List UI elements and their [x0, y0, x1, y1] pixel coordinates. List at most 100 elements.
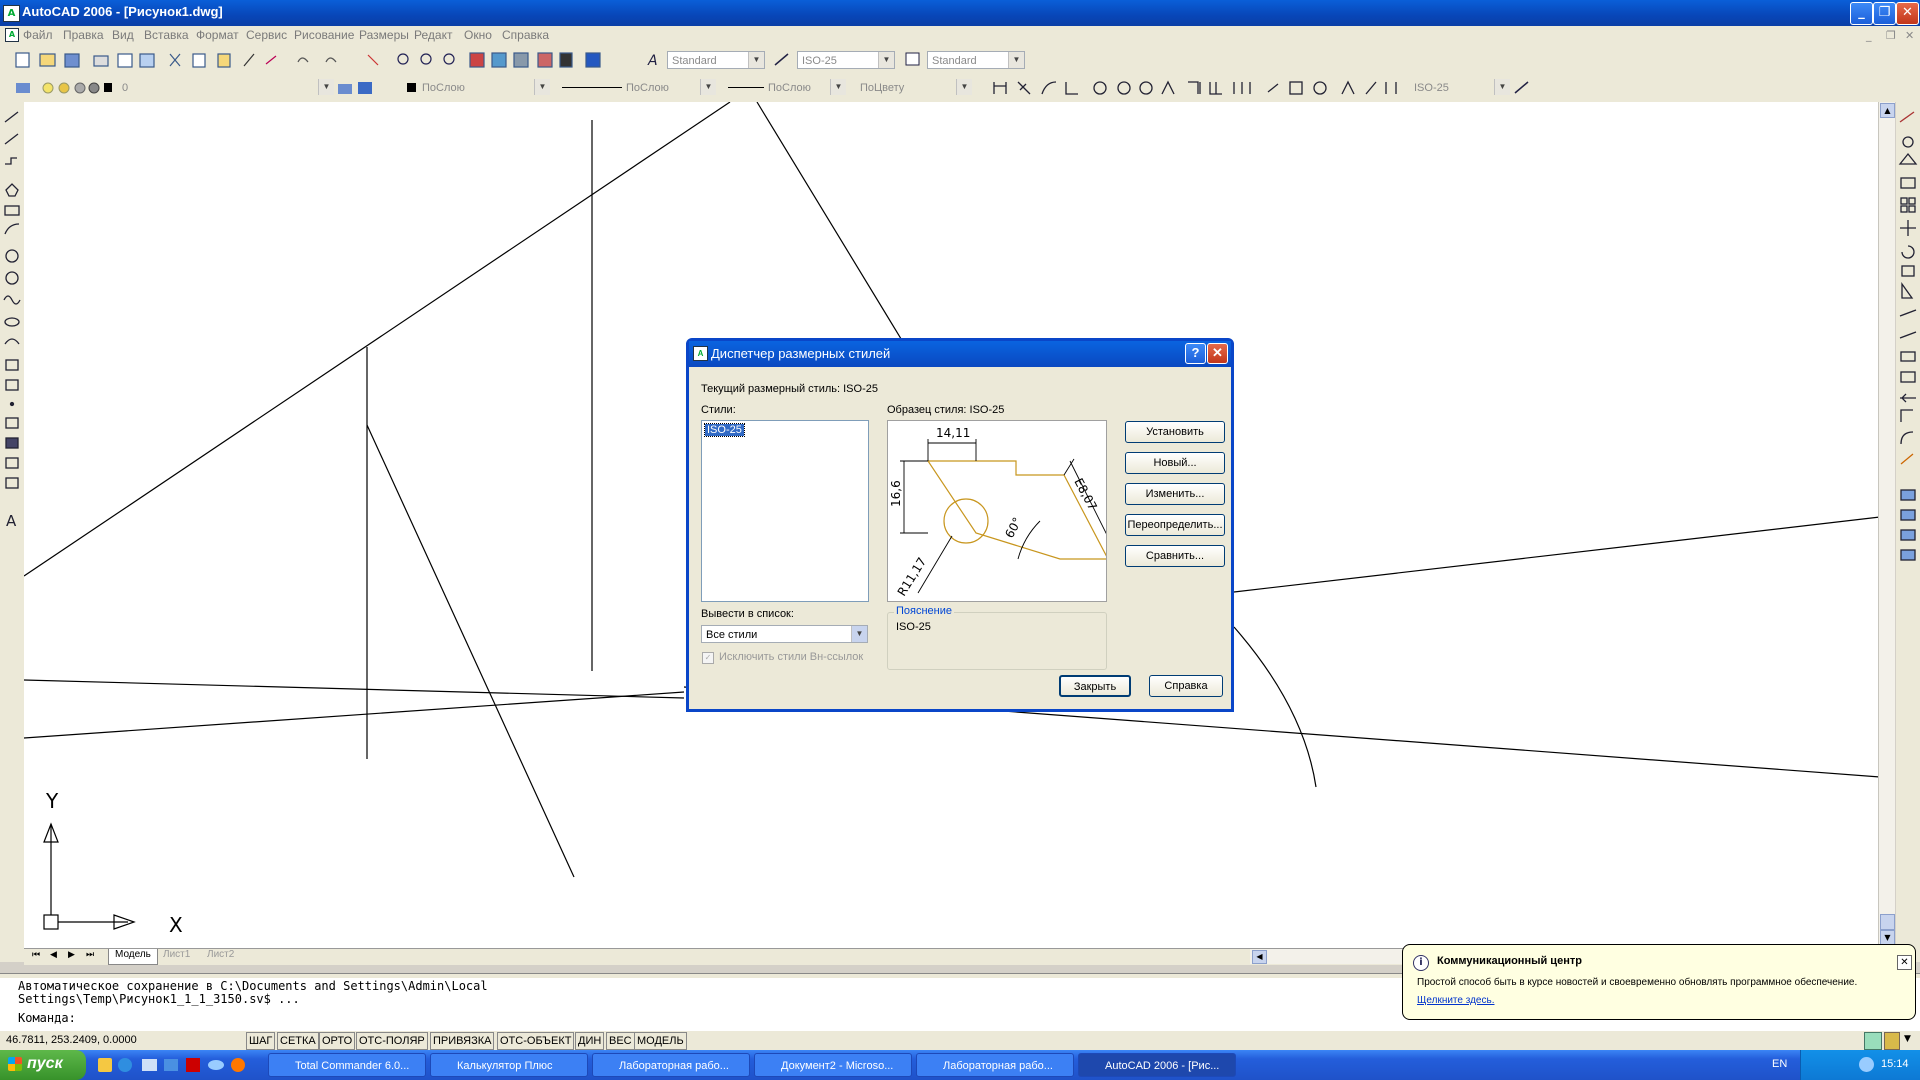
scroll-up-icon[interactable]: ▲ [1880, 103, 1895, 118]
modify-tools-icons[interactable] [1896, 102, 1920, 582]
tab-next-icon[interactable]: ▶ [68, 950, 75, 960]
scroll-thumb[interactable] [1880, 914, 1895, 930]
menu-edit[interactable]: Правка [63, 28, 104, 42]
styles-list[interactable]: ISO-25 [701, 420, 869, 602]
dialog-close-button[interactable]: ✕ [1207, 343, 1228, 364]
draw-tools-icons[interactable]: A [0, 102, 24, 542]
style-item-iso25[interactable]: ISO-25 [704, 423, 745, 437]
lweight-toggle[interactable]: ВЕС [606, 1032, 635, 1050]
menu-window[interactable]: Окно [464, 28, 492, 42]
task-total-commander[interactable]: Total Commander 6.0... [268, 1053, 426, 1077]
help-icon[interactable]: ? [1185, 343, 1206, 364]
modify-style-button[interactable]: Изменить... [1125, 483, 1225, 505]
tab-model[interactable]: Модель [108, 949, 158, 965]
tab-sheet2[interactable]: Лист2 [202, 949, 239, 960]
tab-last-icon[interactable]: ⏭ [86, 950, 94, 960]
title-bar[interactable]: A AutoCAD 2006 - [Рисунок1.dwg] _ ❐ ✕ [0, 0, 1920, 26]
task-autocad[interactable]: AutoCAD 2006 - [Рис... [1078, 1053, 1236, 1077]
standard-toolbar-icons[interactable] [8, 50, 648, 70]
comm-center-icon[interactable] [1864, 1032, 1882, 1050]
menu-modify[interactable]: Редакт [414, 28, 452, 42]
doc-restore-icon[interactable]: ❐ [1886, 29, 1896, 42]
dim-update-icon[interactable] [1512, 78, 1532, 98]
layer-manager-icons[interactable] [336, 78, 378, 98]
compare-styles-button[interactable]: Сравнить... [1125, 545, 1225, 567]
vertical-scrollbar[interactable]: ▲ ▼ [1878, 102, 1895, 945]
dim-style-icon[interactable] [772, 50, 792, 70]
snap-toggle[interactable]: ШАГ [246, 1032, 276, 1050]
status-menu-icon[interactable]: ▼ [1904, 1034, 1911, 1044]
menu-insert[interactable]: Вставка [144, 28, 189, 42]
linetype-select[interactable]: ПоСлою ▼ [556, 79, 716, 97]
dimension-toolbar-icons[interactable] [990, 78, 1400, 98]
polar-toggle[interactable]: ОТС-ПОЛЯР [356, 1032, 428, 1050]
restore-button[interactable]: ❐ [1873, 2, 1896, 25]
otrack-toggle[interactable]: ОТС-ОБЪЕКТ [497, 1032, 575, 1050]
lock-icon[interactable] [1884, 1032, 1900, 1050]
menu-view[interactable]: Вид [112, 28, 134, 42]
color-select[interactable]: ПоСлою ▼ [402, 79, 550, 97]
menu-tools[interactable]: Сервис [246, 28, 287, 42]
menu-draw[interactable]: Рисование [294, 28, 354, 42]
menu-file[interactable]: Файл [23, 28, 53, 42]
osnap-toggle[interactable]: ПРИВЯЗКА [430, 1032, 495, 1050]
grid-toggle[interactable]: СЕТКА [277, 1032, 319, 1050]
layer-state-icons[interactable] [14, 79, 114, 97]
set-current-button[interactable]: Установить [1125, 421, 1225, 443]
layer-value: 0 [122, 82, 129, 94]
text-style-icon[interactable]: A [645, 50, 665, 70]
standard-toolbar: A Standard ▼ ISO-25 ▼ Standard ▼ [0, 46, 1920, 74]
task-lab-word-2[interactable]: Лабораторная рабо... [916, 1053, 1074, 1077]
help-button[interactable]: Справка [1149, 675, 1223, 697]
text-style-select[interactable]: Standard ▼ [667, 51, 765, 69]
notification-balloon[interactable]: i Коммуникационный центр ✕ Простой спосо… [1402, 944, 1916, 1020]
tab-sheet1[interactable]: Лист1 [158, 949, 195, 960]
task-lab-word-1[interactable]: Лабораторная рабо... [592, 1053, 750, 1077]
doc-close-icon[interactable]: ✕ [1905, 29, 1914, 42]
balloon-close-icon[interactable]: ✕ [1897, 955, 1912, 970]
coordinates-readout[interactable]: 46.7811, 253.2409, 0.0000 [6, 1034, 137, 1046]
tray-network-icon[interactable] [1859, 1057, 1874, 1072]
quick-launch-icons[interactable] [96, 1056, 256, 1074]
clock[interactable]: 15:14 [1881, 1058, 1909, 1070]
table-style-select[interactable]: Standard ▼ [927, 51, 1025, 69]
list-filter-select[interactable]: Все стили ▼ [701, 625, 868, 643]
menu-help[interactable]: Справка [502, 28, 549, 42]
new-style-button[interactable]: Новый... [1125, 452, 1225, 474]
preview-dim-left: 16,6 [889, 480, 903, 507]
preview-dim-top: 14,11 [936, 426, 970, 440]
task-label: Калькулятор Плюс [457, 1060, 553, 1072]
start-button[interactable]: пуск [0, 1050, 86, 1080]
document-icon[interactable]: A [5, 28, 19, 42]
dim-style-select[interactable]: ISO-25 ▼ [797, 51, 895, 69]
balloon-link[interactable]: Щелкните здесь. [1417, 995, 1494, 1006]
scroll-left-icon[interactable]: ◀ [1252, 950, 1267, 964]
tab-prev-icon[interactable]: ◀ [50, 950, 57, 960]
scroll-down-icon[interactable]: ▼ [1880, 930, 1895, 945]
override-style-button[interactable]: Переопределить... [1125, 514, 1225, 536]
menu-dimension[interactable]: Размеры [359, 28, 409, 42]
ortho-toggle[interactable]: ОРТО [319, 1032, 356, 1050]
task-document2[interactable]: Документ2 - Microso... [754, 1053, 912, 1077]
doc-minimize-icon[interactable]: _ [1866, 29, 1872, 42]
menu-format[interactable]: Формат [196, 28, 239, 42]
autocad-app-icon[interactable]: A [3, 5, 20, 22]
model-toggle[interactable]: МОДЕЛЬ [634, 1032, 687, 1050]
draw-toolbar: A [0, 102, 24, 962]
task-calculator[interactable]: Калькулятор Плюс [430, 1053, 588, 1077]
dyn-toggle[interactable]: ДИН [575, 1032, 605, 1050]
lineweight-select[interactable]: ПоСлою ▼ [722, 79, 846, 97]
minimize-button[interactable]: _ [1850, 2, 1873, 25]
language-indicator[interactable]: EN [1772, 1058, 1787, 1070]
layer-select[interactable]: 0 ▼ [118, 79, 334, 97]
plotstyle-select[interactable]: ПоЦвету ▼ [856, 79, 972, 97]
dim-style-select-2[interactable]: ISO-25 ▼ [1410, 79, 1510, 97]
dialog-title-bar[interactable]: A Диспетчер размерных стилей ? ✕ [689, 341, 1231, 367]
description-value: ISO-25 [896, 621, 931, 633]
tab-first-icon[interactable]: ⏮ [32, 950, 40, 960]
close-button[interactable]: ✕ [1896, 2, 1919, 25]
table-style-icon[interactable] [903, 50, 923, 70]
close-dialog-button[interactable]: Закрыть [1059, 675, 1131, 697]
command-prompt[interactable]: Команда: [18, 1012, 76, 1025]
exclude-xref-checkbox[interactable]: ✓ [702, 652, 714, 664]
